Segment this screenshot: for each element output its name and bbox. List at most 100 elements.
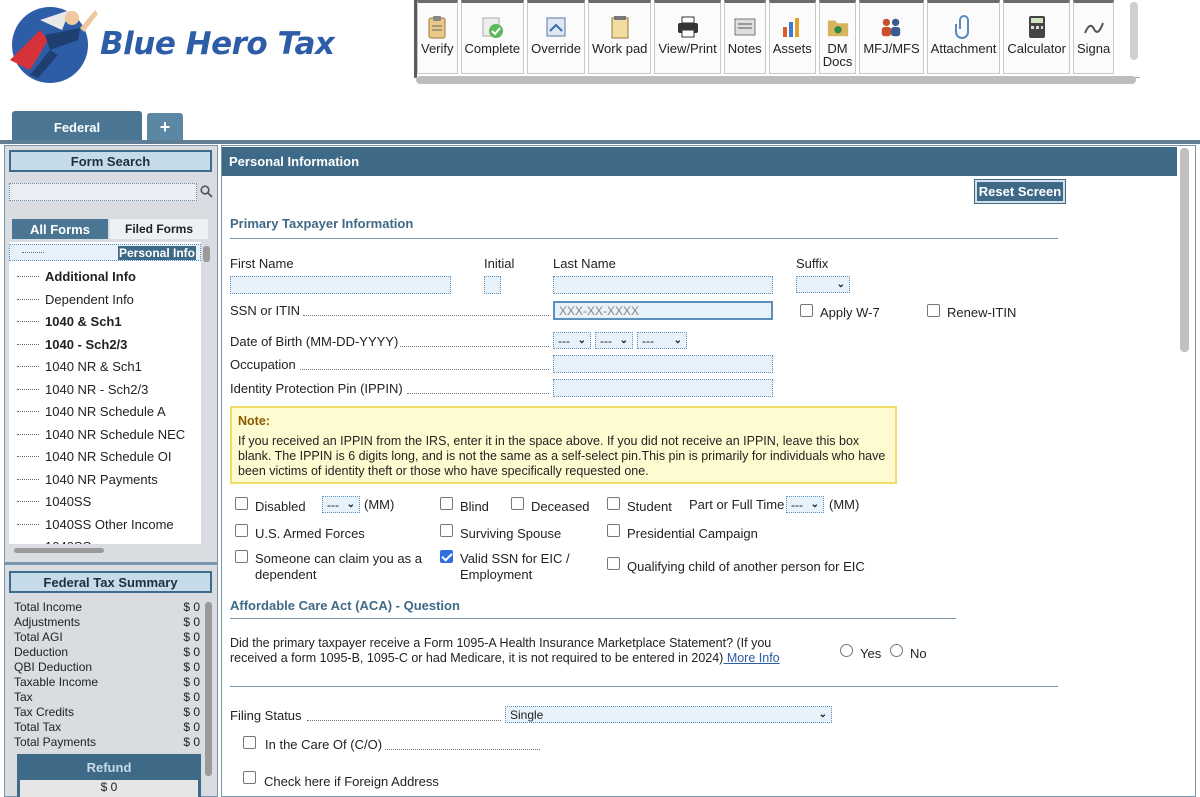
disabled-month-select[interactable]: --- ⌄ bbox=[322, 496, 360, 513]
care-of-checkbox[interactable] bbox=[243, 736, 256, 749]
tree-item[interactable]: 1040 NR & Sch1 bbox=[9, 357, 201, 377]
add-tab-button[interactable]: + bbox=[147, 113, 183, 141]
chevron-down-icon: ⌄ bbox=[619, 335, 628, 346]
tree-connector bbox=[17, 478, 39, 480]
tree-scrollbar[interactable] bbox=[203, 246, 210, 262]
tree-connector bbox=[22, 252, 44, 253]
toolbar-button-signa[interactable]: Signa bbox=[1072, 0, 1115, 74]
tree-item[interactable]: 1040SS Other Income bbox=[9, 514, 201, 534]
tab-filed-forms[interactable]: Filed Forms bbox=[110, 219, 208, 239]
toolbar-button-assets[interactable]: Assets bbox=[768, 0, 816, 74]
dob-month-select[interactable]: --- ⌄ bbox=[553, 332, 591, 349]
toolbar-scrollbar[interactable] bbox=[416, 76, 1136, 84]
tree-horizontal-scrollbar[interactable] bbox=[14, 548, 104, 553]
aca-no-radio[interactable] bbox=[890, 644, 903, 657]
disabled-label: Disabled bbox=[255, 499, 306, 514]
armed-forces-checkbox[interactable] bbox=[235, 524, 248, 537]
summary-label: Total Tax bbox=[14, 720, 62, 734]
toolbar-button-label: MFJ/MFS bbox=[863, 41, 920, 56]
qualifying-child-checkbox[interactable] bbox=[607, 557, 620, 570]
toolbar-button-dm-docs[interactable]: DM Docs bbox=[818, 0, 857, 74]
toolbar-button-work-pad[interactable]: Work pad bbox=[588, 0, 652, 74]
student-checkbox[interactable] bbox=[607, 497, 620, 510]
panel-divider[interactable] bbox=[4, 562, 218, 565]
tree-connector bbox=[17, 523, 39, 525]
renew-itin-checkbox[interactable] bbox=[927, 304, 940, 317]
ippin-field[interactable] bbox=[553, 379, 773, 397]
tree-item[interactable]: 1040 NR Schedule A bbox=[9, 402, 201, 422]
people-icon bbox=[879, 15, 903, 39]
tree-item-label: 1040SS bbox=[45, 539, 91, 544]
suffix-select[interactable]: ⌄ bbox=[796, 276, 850, 293]
main-scrollbar[interactable] bbox=[1180, 148, 1189, 352]
reset-screen-button[interactable]: Reset Screen bbox=[974, 179, 1066, 204]
dob-day-select[interactable]: --- ⌄ bbox=[595, 332, 633, 349]
ippin-label: Identity Protection Pin (IPPIN) bbox=[230, 381, 403, 396]
presidential-campaign-checkbox[interactable] bbox=[607, 524, 620, 537]
surviving-spouse-checkbox[interactable] bbox=[440, 524, 453, 537]
occupation-field[interactable] bbox=[553, 355, 773, 373]
toolbar-button-attachment[interactable]: Attachment bbox=[926, 0, 1001, 74]
disabled-checkbox[interactable] bbox=[235, 497, 248, 510]
tree-item[interactable]: 1040 NR Schedule NEC bbox=[9, 424, 201, 444]
blind-label: Blind bbox=[460, 499, 489, 514]
dob-year-value: --- bbox=[642, 333, 654, 348]
tree-item[interactable]: Additional Info bbox=[9, 267, 201, 287]
aca-section-title: Affordable Care Act (ACA) - Question bbox=[230, 598, 460, 613]
care-of-label: In the Care Of (C/O) bbox=[265, 737, 383, 752]
toolbar-button-complete[interactable]: Complete bbox=[460, 0, 525, 74]
dot-leader bbox=[307, 720, 501, 721]
form-search-input[interactable] bbox=[9, 183, 197, 201]
toolbar-button-calculator[interactable]: Calculator bbox=[1003, 0, 1070, 74]
ssn-label: SSN or ITIN bbox=[230, 303, 301, 318]
toolbar-button-view-print[interactable]: View/Print bbox=[654, 0, 721, 74]
ssn-field[interactable]: XXX-XX-XXXX bbox=[553, 301, 773, 320]
tab-federal[interactable]: Federal bbox=[12, 111, 142, 143]
toolbar-button-notes[interactable]: Notes bbox=[723, 0, 766, 74]
summary-scrollbar[interactable] bbox=[205, 602, 212, 776]
tree-item[interactable]: 1040SS bbox=[9, 492, 201, 512]
summary-value: $ 0 bbox=[183, 675, 200, 689]
dot-leader bbox=[300, 369, 549, 370]
more-info-link[interactable]: More Info bbox=[723, 651, 780, 665]
someone-claim-checkbox[interactable] bbox=[235, 550, 248, 563]
aca-yes-radio[interactable] bbox=[840, 644, 853, 657]
toolbar-button-mfj-mfs[interactable]: MFJ/MFS bbox=[859, 0, 924, 74]
chevron-down-icon: ⌄ bbox=[836, 279, 845, 290]
toolbar-button-override[interactable]: Override bbox=[527, 0, 586, 74]
valid-ssn-eic-checkbox[interactable] bbox=[440, 550, 453, 563]
dob-month-value: --- bbox=[558, 333, 570, 348]
valid-ssn-eic-label: Valid SSN for EIC / Employment bbox=[460, 551, 570, 582]
filing-status-select[interactable]: Single ⌄ bbox=[505, 706, 832, 723]
tree-item[interactable]: 1040 NR Payments bbox=[9, 469, 201, 489]
dob-year-select[interactable]: --- ⌄ bbox=[637, 332, 687, 349]
last-name-field[interactable] bbox=[553, 276, 773, 294]
section-divider bbox=[230, 238, 1058, 239]
search-icon[interactable] bbox=[200, 185, 213, 198]
toolbar-button-label: Complete bbox=[464, 41, 521, 56]
blind-checkbox[interactable] bbox=[440, 497, 453, 510]
tree-item[interactable]: Personal Info bbox=[9, 244, 201, 261]
tree-item[interactable]: 1040 NR - Sch2/3 bbox=[9, 379, 201, 399]
mm-label: (MM) bbox=[829, 497, 860, 512]
initial-field[interactable] bbox=[484, 276, 501, 294]
first-name-field[interactable] bbox=[230, 276, 451, 294]
tree-item[interactable]: Dependent Info bbox=[9, 289, 201, 309]
tree-item[interactable]: 1040 & Sch1 bbox=[9, 312, 201, 332]
tree-item[interactable]: 1040 - Sch2/3 bbox=[9, 334, 201, 354]
toolbar-button-verify[interactable]: Verify bbox=[417, 0, 458, 74]
header-scrollbar[interactable] bbox=[1130, 2, 1138, 60]
apply-w7-checkbox[interactable] bbox=[800, 304, 813, 317]
toolbar-button-label: Override bbox=[531, 41, 582, 56]
summary-row: Total AGI $ 0 bbox=[14, 630, 200, 645]
foreign-address-checkbox[interactable] bbox=[243, 771, 256, 784]
tree-item[interactable]: 1040 NR Schedule OI bbox=[9, 447, 201, 467]
deceased-checkbox[interactable] bbox=[511, 497, 524, 510]
part-full-time-select[interactable]: --- ⌄ bbox=[786, 496, 824, 513]
tab-all-forms[interactable]: All Forms bbox=[12, 219, 108, 239]
tree-connector bbox=[17, 321, 39, 322]
toolbar-button-label: View/Print bbox=[658, 41, 717, 56]
summary-label: Tax Credits bbox=[14, 705, 75, 719]
tree-item[interactable]: 1040SS bbox=[9, 537, 201, 544]
filing-status-value: Single bbox=[510, 707, 544, 722]
